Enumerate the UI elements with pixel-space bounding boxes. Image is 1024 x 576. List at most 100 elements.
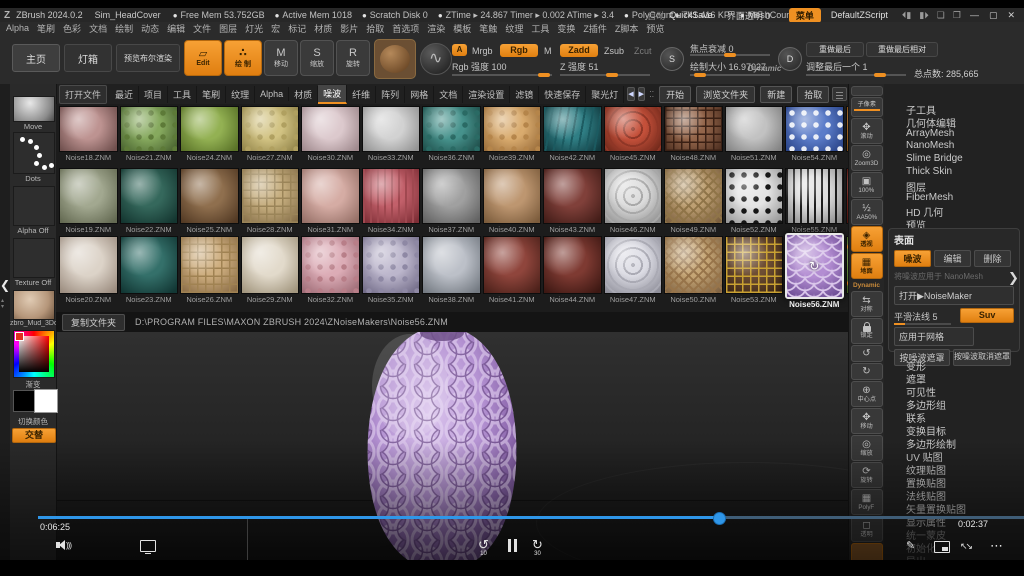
window-icon[interactable]: ❏ xyxy=(937,10,945,20)
thumbnail-image[interactable] xyxy=(543,106,602,152)
m-button[interactable]: M xyxy=(544,46,552,56)
noise-thumbnail-Noise55[interactable]: Noise55.ZNM xyxy=(784,168,845,234)
open-noisemaker-button[interactable]: 打开▶NoiseMaker xyxy=(894,286,1014,305)
menu-笔触[interactable]: 笔触 xyxy=(479,22,497,35)
edit-noise-button[interactable]: 编辑 xyxy=(934,250,971,267)
switch-color-label[interactable]: 切换颜色 xyxy=(10,416,56,427)
shelf-中心点-button[interactable]: ⊕中心点 xyxy=(851,381,883,407)
current-material-thumbnail[interactable] xyxy=(13,290,55,320)
noise-thumbnail-Noise29[interactable]: Noise29.ZNM xyxy=(240,236,301,309)
current-texture-thumbnail[interactable] xyxy=(13,238,55,278)
noise-thumbnail-Noise56[interactable]: ↻Noise56.ZNM xyxy=(784,236,845,309)
thumbnail-image[interactable] xyxy=(483,168,542,224)
menu-影片[interactable]: 影片 xyxy=(340,22,358,35)
noise-thumbnail-Noise38[interactable]: Noise38.ZNM xyxy=(421,236,482,309)
lightbox-tab-聚光灯[interactable]: 聚光灯 xyxy=(586,86,624,103)
focal-shift-knob[interactable]: S xyxy=(660,47,684,71)
window-icon[interactable]: ❐ xyxy=(953,10,961,20)
menu-灯光[interactable]: 灯光 xyxy=(245,22,263,35)
menu-工具[interactable]: 工具 xyxy=(531,22,549,35)
minimize-button[interactable]: — xyxy=(970,10,979,20)
thumbnail-image[interactable] xyxy=(664,106,723,152)
current-alpha-thumbnail[interactable] xyxy=(13,186,55,226)
thumbnail-image[interactable] xyxy=(301,236,360,294)
zcut-button[interactable]: Zcut xyxy=(634,46,652,56)
window-icon[interactable]: ⏴▮ xyxy=(902,10,911,20)
replay-knob[interactable]: D xyxy=(778,47,802,71)
browse-folder-button[interactable]: 浏览文件夹 xyxy=(696,86,755,103)
scale-button[interactable]: S 缩放 xyxy=(300,40,334,76)
alt-color-button[interactable]: 交替 xyxy=(12,428,56,443)
thumbnail-image[interactable] xyxy=(664,168,723,224)
noise-thumbnail-Noise25[interactable]: Noise25.ZNM xyxy=(179,168,240,234)
thumbnail-image[interactable] xyxy=(362,236,421,294)
shelf-移动-button[interactable]: ✥移动 xyxy=(851,408,883,434)
noise-thumbnail-Noise37[interactable]: Noise37.ZNM xyxy=(421,168,482,234)
move-button[interactable]: M 移动 xyxy=(264,40,298,76)
menu-材质[interactable]: 材质 xyxy=(314,22,332,35)
palette-item-FiberMesh[interactable]: FiberMesh xyxy=(906,192,953,203)
unmask-by-noise-button[interactable]: 按噪波取消遮罩 xyxy=(953,349,1011,366)
menu-色彩[interactable]: 色彩 xyxy=(63,22,81,35)
rotate-cw-icon[interactable]: ↻ xyxy=(851,363,883,380)
menu-纹理[interactable]: 纹理 xyxy=(505,22,523,35)
menu-标记[interactable]: 标记 xyxy=(288,22,306,35)
palette-item-Slime Bridge[interactable]: Slime Bridge xyxy=(906,153,963,164)
menu-编辑[interactable]: 编辑 xyxy=(167,22,185,35)
thumbnail-image[interactable] xyxy=(241,236,300,294)
lightbox-next-button[interactable]: ▶ xyxy=(638,87,645,101)
menu-模板[interactable]: 模板 xyxy=(453,22,471,35)
current-brush-thumbnail[interactable] xyxy=(13,96,55,122)
noise-thumbnail-Noise45[interactable]: Noise45.ZNM xyxy=(603,106,664,162)
noise-thumbnail-Noise40[interactable]: Noise40.ZNM xyxy=(482,168,543,234)
thumbnail-image[interactable] xyxy=(725,106,784,152)
noise-thumbnail-Noise32[interactable]: Noise32.ZNM xyxy=(300,236,361,309)
shelf-PolyF-button[interactable]: ▦PolyF xyxy=(851,489,883,515)
lightbox-tab-网格[interactable]: 网格 xyxy=(405,86,434,103)
noise-thumbnail-Noise24[interactable]: Noise24.ZNM xyxy=(179,106,240,162)
menu-Z脚本[interactable]: Z脚本 xyxy=(615,22,639,35)
lightbox-tab-工具[interactable]: 工具 xyxy=(168,86,197,103)
lightbox-prev-button[interactable]: ◀ xyxy=(627,87,634,101)
draw-button[interactable]: ∴ 绘 制 xyxy=(224,40,262,76)
view-size-1-icon[interactable] xyxy=(832,87,847,101)
rgb-intensity-track[interactable] xyxy=(452,74,552,76)
noise-button[interactable]: 噪波 xyxy=(894,250,931,267)
zadd-button[interactable]: Zadd xyxy=(560,44,598,57)
lightbox-tab-打开文件[interactable]: 打开文件 xyxy=(59,85,107,104)
thumbnail-image[interactable]: ↻ xyxy=(785,233,844,299)
thumbnail-image[interactable] xyxy=(59,106,118,152)
menu-button[interactable]: 菜单 xyxy=(789,8,821,23)
menu-绘制[interactable]: 绘制 xyxy=(115,22,133,35)
noise-thumbnail-Noise20[interactable]: Noise20.ZNM xyxy=(58,236,119,309)
noise-thumbnail-Noise36[interactable]: Noise36.ZNM xyxy=(421,106,482,162)
menu-图层[interactable]: 图层 xyxy=(219,22,237,35)
shelf-100%-button[interactable]: ▣100% xyxy=(851,172,883,198)
noise-thumbnail-Noise30[interactable]: Noise30.ZNM xyxy=(300,106,361,162)
noise-thumbnail-Noise42[interactable]: Noise42.ZNM xyxy=(542,106,603,162)
ui-opacity-slider[interactable]: 界面透明 0 xyxy=(727,9,779,22)
shelf-滚动-button[interactable]: ✥滚动 xyxy=(851,118,883,144)
restore-button[interactable]: ▢ xyxy=(989,10,998,21)
dynamic-label[interactable]: Dynamic xyxy=(853,282,880,289)
noise-thumbnail-Noise31[interactable]: Noise31.ZNM xyxy=(300,168,361,234)
color-picker[interactable] xyxy=(13,330,55,378)
noise-thumbnail-Noise50[interactable]: Noise50.ZNM xyxy=(663,236,724,309)
z-intensity-slider[interactable]: Z 强度 51 xyxy=(560,60,599,73)
noise-thumbnail-Noise34[interactable]: Noise34.ZNM xyxy=(361,168,422,234)
noise-thumbnail-Noise49[interactable]: Noise49.ZNM xyxy=(663,168,724,234)
thumbnail-image[interactable] xyxy=(543,236,602,294)
shelf-button[interactable] xyxy=(851,86,883,96)
shelf-缩放-button[interactable]: ◎缩放 xyxy=(851,435,883,461)
noise-thumbnail-Noise19[interactable]: Noise19.ZNM xyxy=(58,168,119,234)
thumbnail-image[interactable] xyxy=(483,106,542,152)
lightbox-tab-滤镜[interactable]: 滤镜 xyxy=(510,86,539,103)
thumbnail-image[interactable] xyxy=(604,106,663,152)
noise-thumbnail-Noise44[interactable]: Noise44.ZNM xyxy=(542,236,603,309)
noise-thumbnail-Noise53[interactable]: Noise53.ZNM xyxy=(724,236,785,309)
thumbnail-image[interactable] xyxy=(59,236,118,294)
thumbnail-image[interactable] xyxy=(422,106,481,152)
shelf-地面-button[interactable]: ▦地面 xyxy=(851,253,883,279)
adjust-last-slider[interactable]: 调整最后一个 1 xyxy=(806,60,868,73)
menu-Z插件[interactable]: Z插件 xyxy=(583,22,607,35)
